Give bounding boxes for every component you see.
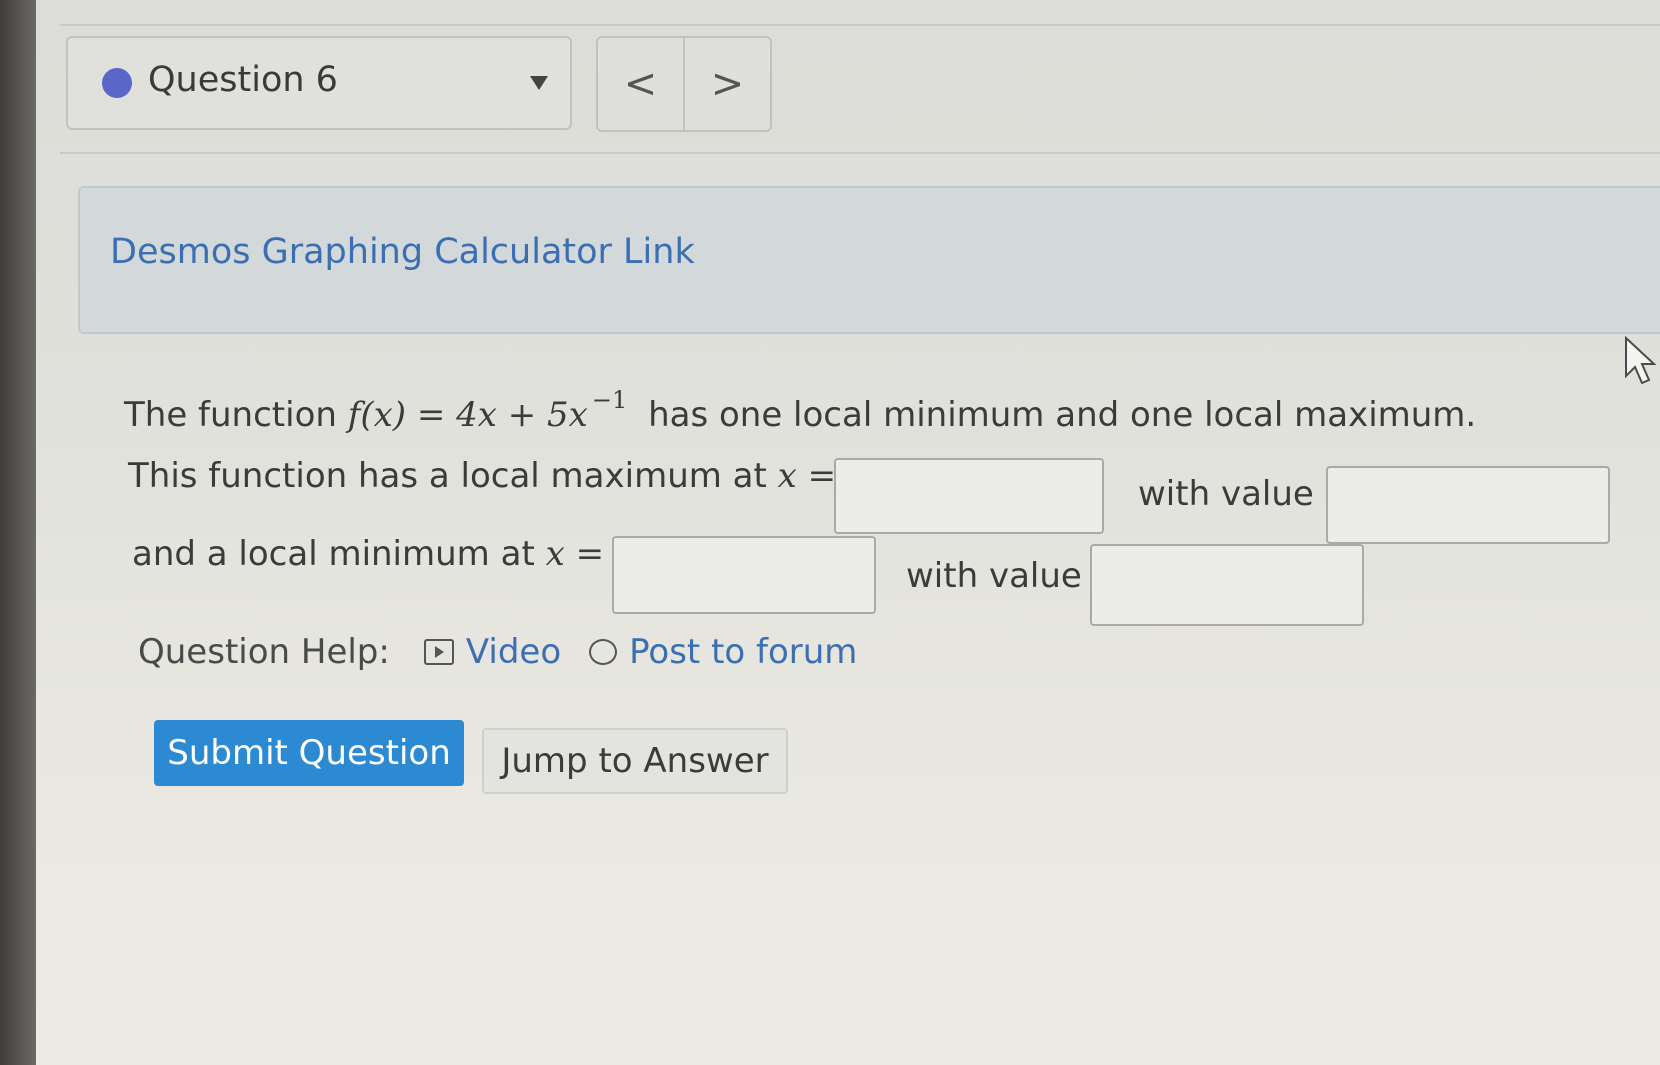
post-to-forum-link[interactable]: Post to forum: [629, 632, 857, 672]
local-min-x-input[interactable]: [612, 536, 876, 614]
question-help-row: Question Help: Video Post to forum: [138, 632, 857, 672]
x-equals-label: x =: [545, 534, 605, 574]
next-question-button[interactable]: >: [683, 38, 770, 130]
question-status-dot-icon: [102, 68, 132, 98]
local-max-x-input[interactable]: [834, 458, 1104, 534]
local-max-prompt: This function has a local maximum at: [128, 456, 767, 496]
problem-statement-text: has one local minimum and one local maxi…: [648, 395, 1477, 435]
problem-line-3: and a local minimum at x =: [132, 534, 604, 574]
speech-bubble-icon: [589, 639, 618, 665]
jump-to-answer-button[interactable]: Jump to Answer: [482, 728, 788, 794]
desmos-link-panel: Desmos Graphing Calculator Link: [78, 186, 1660, 334]
function-expression: f(x) = 4x + 5x: [347, 395, 588, 435]
problem-line-2: This function has a local maximum at x =: [128, 456, 836, 496]
x-equals-label: x =: [777, 456, 837, 496]
problem-intro-text: The function: [124, 395, 337, 435]
problem-line-1: The function f(x) = 4x + 5x −1 has one lo…: [124, 386, 1476, 435]
submit-question-button[interactable]: Submit Question: [154, 720, 464, 786]
with-value-label: with value: [906, 556, 1082, 596]
previous-question-button[interactable]: <: [598, 38, 683, 130]
monitor-bezel: [0, 0, 36, 1065]
divider: [60, 24, 1660, 26]
question-selector[interactable]: Question 6: [66, 36, 572, 130]
question-nav-group: < >: [596, 36, 772, 132]
local-min-value-input[interactable]: [1090, 544, 1364, 626]
dropdown-caret-icon: [530, 76, 548, 90]
question-help-label: Question Help:: [138, 632, 390, 672]
local-max-value-input[interactable]: [1326, 466, 1610, 544]
video-icon: [423, 639, 454, 665]
function-exponent: −1: [591, 386, 628, 414]
question-selector-label: Question 6: [148, 60, 338, 100]
local-min-prompt: and a local minimum at: [132, 534, 535, 574]
desmos-calculator-link[interactable]: Desmos Graphing Calculator Link: [110, 232, 695, 272]
mouse-pointer-icon: [1625, 336, 1657, 385]
with-value-label: with value: [1138, 474, 1314, 514]
video-help-link[interactable]: Video: [466, 632, 561, 672]
divider: [60, 152, 1660, 154]
